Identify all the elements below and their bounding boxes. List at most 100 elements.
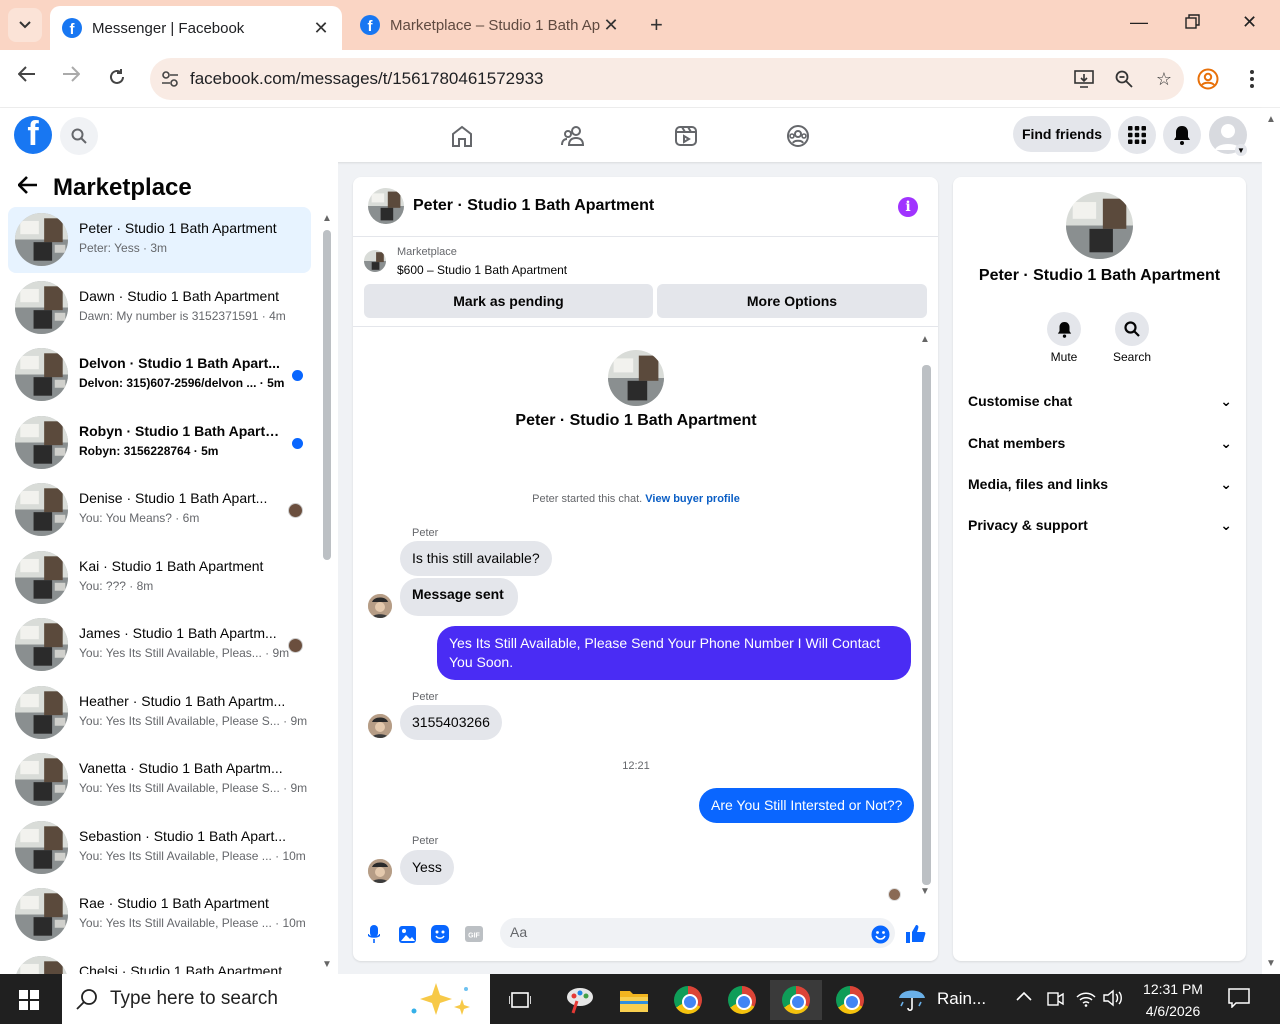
sender-avatar[interactable] xyxy=(368,714,392,738)
taskbar-search-box[interactable]: Type here to search xyxy=(62,974,490,1024)
chat-scrollbar[interactable] xyxy=(922,365,931,885)
chat-members-section[interactable]: Chat members ⌄ xyxy=(968,428,1232,458)
notifications-bell-icon[interactable] xyxy=(1163,116,1201,154)
notification-center-icon[interactable] xyxy=(1228,988,1250,1008)
taskbar-clock[interactable]: 12:31 PM 4/6/2026 xyxy=(1130,978,1216,1022)
listing-thumbnail[interactable] xyxy=(364,250,386,272)
tab-search-button[interactable] xyxy=(8,8,42,42)
chrome-profile-1-icon[interactable] xyxy=(662,980,714,1020)
message-bubble-incoming[interactable]: Message sent xyxy=(400,578,518,616)
listing-title[interactable]: $600 – Studio 1 Bath Apartment xyxy=(397,263,567,277)
message-bubble-outgoing[interactable]: Yes Its Still Available, Please Send You… xyxy=(437,626,911,680)
view-buyer-profile-link[interactable]: View buyer profile xyxy=(645,493,740,505)
conversation-item[interactable]: Rae · Studio 1 Bath Apartment You: Yes It… xyxy=(8,882,311,948)
page-scrollbar[interactable] xyxy=(1262,108,1280,974)
close-tab-icon[interactable]: ✕ xyxy=(312,18,330,39)
message-bubble-incoming[interactable]: 3155403266 xyxy=(400,705,502,740)
restore-icon[interactable] xyxy=(1185,14,1201,30)
rain-umbrella-icon[interactable] xyxy=(897,986,927,1012)
chat-title[interactable]: Peter · Studio 1 Bath Apartment xyxy=(413,197,654,215)
meet-now-icon[interactable] xyxy=(1046,989,1064,1007)
conversation-item[interactable]: Heather · Studio 1 Bath Apartm... You: Ye… xyxy=(8,680,311,746)
account-chevron-icon[interactable]: ▼ xyxy=(1235,144,1247,156)
microphone-icon[interactable] xyxy=(364,924,384,944)
wifi-icon[interactable] xyxy=(1076,989,1096,1007)
message-bubble-outgoing[interactable]: Are You Still Intersted or Not?? xyxy=(699,788,915,823)
thumbs-up-icon[interactable] xyxy=(906,924,926,944)
conversation-item[interactable]: Kai · Studio 1 Bath Apartment You: ??? · … xyxy=(8,545,311,611)
scroll-down-icon[interactable]: ▼ xyxy=(322,959,332,970)
windows-start-icon[interactable] xyxy=(19,990,39,1010)
media-files-links-section[interactable]: Media, files and links ⌄ xyxy=(968,469,1232,499)
bookmark-star-icon[interactable]: ☆ xyxy=(1144,69,1184,90)
reload-icon[interactable] xyxy=(108,68,126,86)
info-avatar[interactable] xyxy=(1066,192,1133,259)
friends-nav-icon[interactable] xyxy=(559,122,589,150)
task-view-icon[interactable] xyxy=(494,980,546,1020)
sender-avatar[interactable] xyxy=(368,859,392,883)
facebook-logo-icon[interactable]: f xyxy=(14,116,52,154)
page-scroll-down-icon[interactable]: ▼ xyxy=(1266,958,1276,969)
gif-icon[interactable]: GIF xyxy=(464,924,484,944)
intro-avatar[interactable] xyxy=(608,350,664,406)
privacy-support-section[interactable]: Privacy & support ⌄ xyxy=(968,510,1232,540)
conversation-item[interactable]: James · Studio 1 Bath Apartm... You: Yes … xyxy=(8,612,311,678)
info-icon[interactable]: i xyxy=(898,197,918,217)
message-bubble-incoming[interactable]: Is this still available? xyxy=(400,541,552,576)
volume-icon[interactable] xyxy=(1103,989,1125,1007)
close-tab-icon[interactable]: ✕ xyxy=(602,15,620,36)
zoom-icon[interactable] xyxy=(1104,70,1144,88)
forward-icon[interactable] xyxy=(62,66,80,82)
install-app-icon[interactable] xyxy=(1064,70,1104,88)
mark-as-pending-button[interactable]: Mark as pending xyxy=(364,284,653,318)
hidden-icons-chevron-icon[interactable] xyxy=(1016,991,1032,1001)
watch-nav-icon[interactable] xyxy=(671,122,701,150)
photo-icon[interactable] xyxy=(397,924,417,944)
sticker-icon[interactable] xyxy=(430,924,450,944)
chrome-profile-3-icon[interactable] xyxy=(770,980,822,1020)
conversation-item[interactable]: Vanetta · Studio 1 Bath Apartm... You: Ye… xyxy=(8,747,311,813)
conversation-item[interactable]: Denise · Studio 1 Bath Apart... You: You … xyxy=(8,477,311,543)
page-scroll-up-icon[interactable]: ▲ xyxy=(1266,114,1276,125)
conversation-item[interactable]: Sebastion · Studio 1 Bath Apart... You: Y… xyxy=(8,815,311,881)
back-icon[interactable] xyxy=(18,66,36,82)
home-nav-icon[interactable] xyxy=(447,122,477,150)
tab-messenger[interactable]: f Messenger | Facebook ✕ xyxy=(50,6,342,50)
chat-scroll-up-icon[interactable]: ▲ xyxy=(920,334,930,345)
conversation-item[interactable]: Dawn · Studio 1 Bath Apartment Dawn: My n… xyxy=(8,275,311,341)
started-text: Peter started this chat. xyxy=(532,493,643,505)
chat-avatar[interactable] xyxy=(368,188,404,224)
browser-menu-icon[interactable] xyxy=(1249,70,1255,88)
mute-bell-icon[interactable] xyxy=(1047,312,1081,346)
message-bubble-incoming[interactable]: Yess xyxy=(400,850,454,885)
minimize-icon[interactable]: — xyxy=(1130,12,1148,33)
conversation-item[interactable]: Robyn · Studio 1 Bath Apartm... Robyn: 31… xyxy=(8,410,311,476)
weather-text[interactable]: Rain... xyxy=(937,989,986,1009)
search-conversation-icon[interactable] xyxy=(1115,312,1149,346)
file-explorer-icon[interactable] xyxy=(608,980,660,1020)
find-friends-button[interactable]: Find friends xyxy=(1013,116,1111,152)
conversation-item[interactable]: Delvon · Studio 1 Bath Apart... Delvon: 3… xyxy=(8,342,311,408)
site-info-icon[interactable] xyxy=(150,71,190,87)
chrome-profile-4-icon[interactable] xyxy=(824,980,876,1020)
message-input[interactable]: Aa xyxy=(500,918,895,948)
new-tab-icon[interactable]: + xyxy=(650,12,663,38)
emoji-icon[interactable] xyxy=(870,924,890,944)
customise-chat-section[interactable]: Customise chat ⌄ xyxy=(968,386,1232,416)
profile-icon[interactable] xyxy=(1197,68,1219,90)
address-bar[interactable]: facebook.com/messages/t/1561780461572933… xyxy=(150,58,1184,100)
close-window-icon[interactable]: ✕ xyxy=(1242,12,1257,33)
more-options-button[interactable]: More Options xyxy=(657,284,927,318)
chat-scroll-down-icon[interactable]: ▼ xyxy=(920,886,930,897)
chrome-profile-2-icon[interactable] xyxy=(716,980,768,1020)
groups-nav-icon[interactable] xyxy=(783,122,813,150)
paint-app-icon[interactable] xyxy=(554,980,606,1020)
scroll-up-icon[interactable]: ▲ xyxy=(322,213,332,224)
back-arrow-icon[interactable] xyxy=(18,176,38,194)
menu-grid-icon[interactable] xyxy=(1118,116,1156,154)
conversation-scrollbar[interactable] xyxy=(323,230,331,560)
facebook-search-button[interactable] xyxy=(60,117,98,155)
tab-marketplace[interactable]: f Marketplace – Studio 1 Bath Ap ✕ xyxy=(348,0,632,50)
conversation-item[interactable]: Peter · Studio 1 Bath Apartment Peter: Ye… xyxy=(8,207,311,273)
sender-avatar[interactable] xyxy=(368,594,392,618)
